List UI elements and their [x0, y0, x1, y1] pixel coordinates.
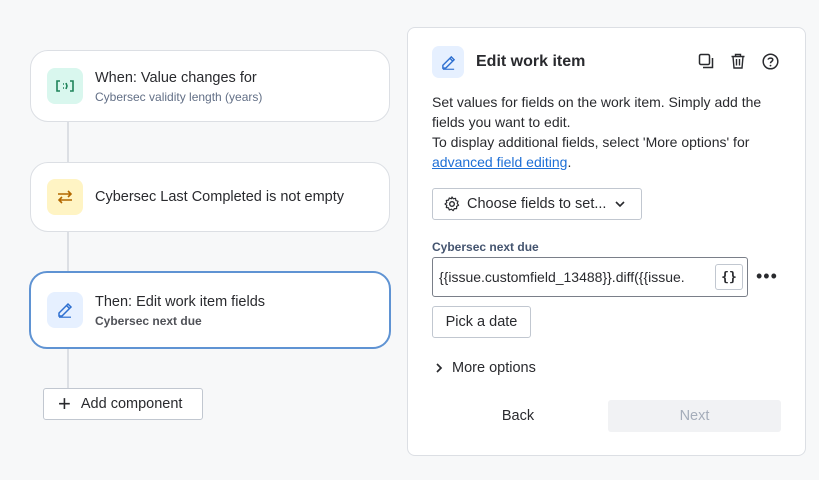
value-change-icon [47, 68, 83, 104]
panel-actions [697, 52, 779, 70]
plus-icon: + [58, 391, 71, 416]
description-line-2: To display additional fields, select 'Mo… [432, 134, 750, 150]
smart-value-button[interactable]: {} [715, 264, 743, 290]
panel-description: Set values for fields on the work item. … [432, 92, 792, 172]
edit-pencil-icon [47, 292, 83, 328]
more-options-toggle[interactable]: More options [434, 360, 536, 376]
edit-pencil-icon [432, 46, 464, 78]
back-button[interactable]: Back [468, 400, 568, 432]
swap-arrows-icon [47, 179, 83, 215]
field-label: Cybersec next due [432, 240, 539, 254]
add-component-button[interactable]: + Add component [43, 388, 203, 420]
condition-card[interactable]: Cybersec Last Completed is not empty [30, 162, 390, 232]
trigger-card[interactable]: When: Value changes for Cybersec validit… [30, 50, 390, 122]
action-subtitle: Cybersec next due [95, 313, 202, 328]
next-button[interactable]: Next [608, 400, 781, 432]
flow-connector [67, 122, 69, 163]
panel-header: Edit work item [432, 46, 585, 78]
help-icon[interactable] [761, 52, 779, 70]
flow-connector [67, 349, 69, 389]
more-actions-icon[interactable]: ••• [756, 266, 778, 287]
description-line-1: Set values for fields on the work item. … [432, 94, 762, 130]
panel-title: Edit work item [476, 53, 586, 70]
trash-icon[interactable] [729, 52, 747, 70]
trigger-subtitle: Cybersec validity length (years) [95, 89, 263, 104]
trigger-title: When: Value changes for [95, 69, 257, 86]
description-end: . [567, 154, 572, 170]
flow-connector [67, 232, 69, 272]
add-component-label: Add component [80, 396, 183, 412]
chevron-down-icon [614, 198, 626, 210]
edit-work-item-panel: Edit work item Set values for fields on … [407, 27, 806, 456]
choose-fields-label: Choose fields to set... [467, 196, 607, 212]
action-card[interactable]: Then: Edit work item fields Cybersec nex… [29, 271, 391, 349]
copy-icon[interactable] [697, 52, 715, 70]
cybersec-next-due-input[interactable]: {{issue.customfield_13488}}.diff({{issue… [432, 257, 748, 297]
field-value[interactable]: {{issue.customfield_13488}}.diff({{issue… [439, 269, 709, 285]
chevron-right-icon [434, 362, 444, 374]
choose-fields-button[interactable]: Choose fields to set... [432, 188, 642, 220]
gear-icon [444, 196, 460, 212]
action-title: Then: Edit work item fields [95, 293, 266, 310]
more-options-label: More options [452, 360, 536, 376]
advanced-field-editing-link[interactable]: advanced field editing [432, 154, 567, 170]
pick-date-button[interactable]: Pick a date [432, 306, 531, 338]
condition-title: Cybersec Last Completed is not empty [95, 189, 345, 205]
